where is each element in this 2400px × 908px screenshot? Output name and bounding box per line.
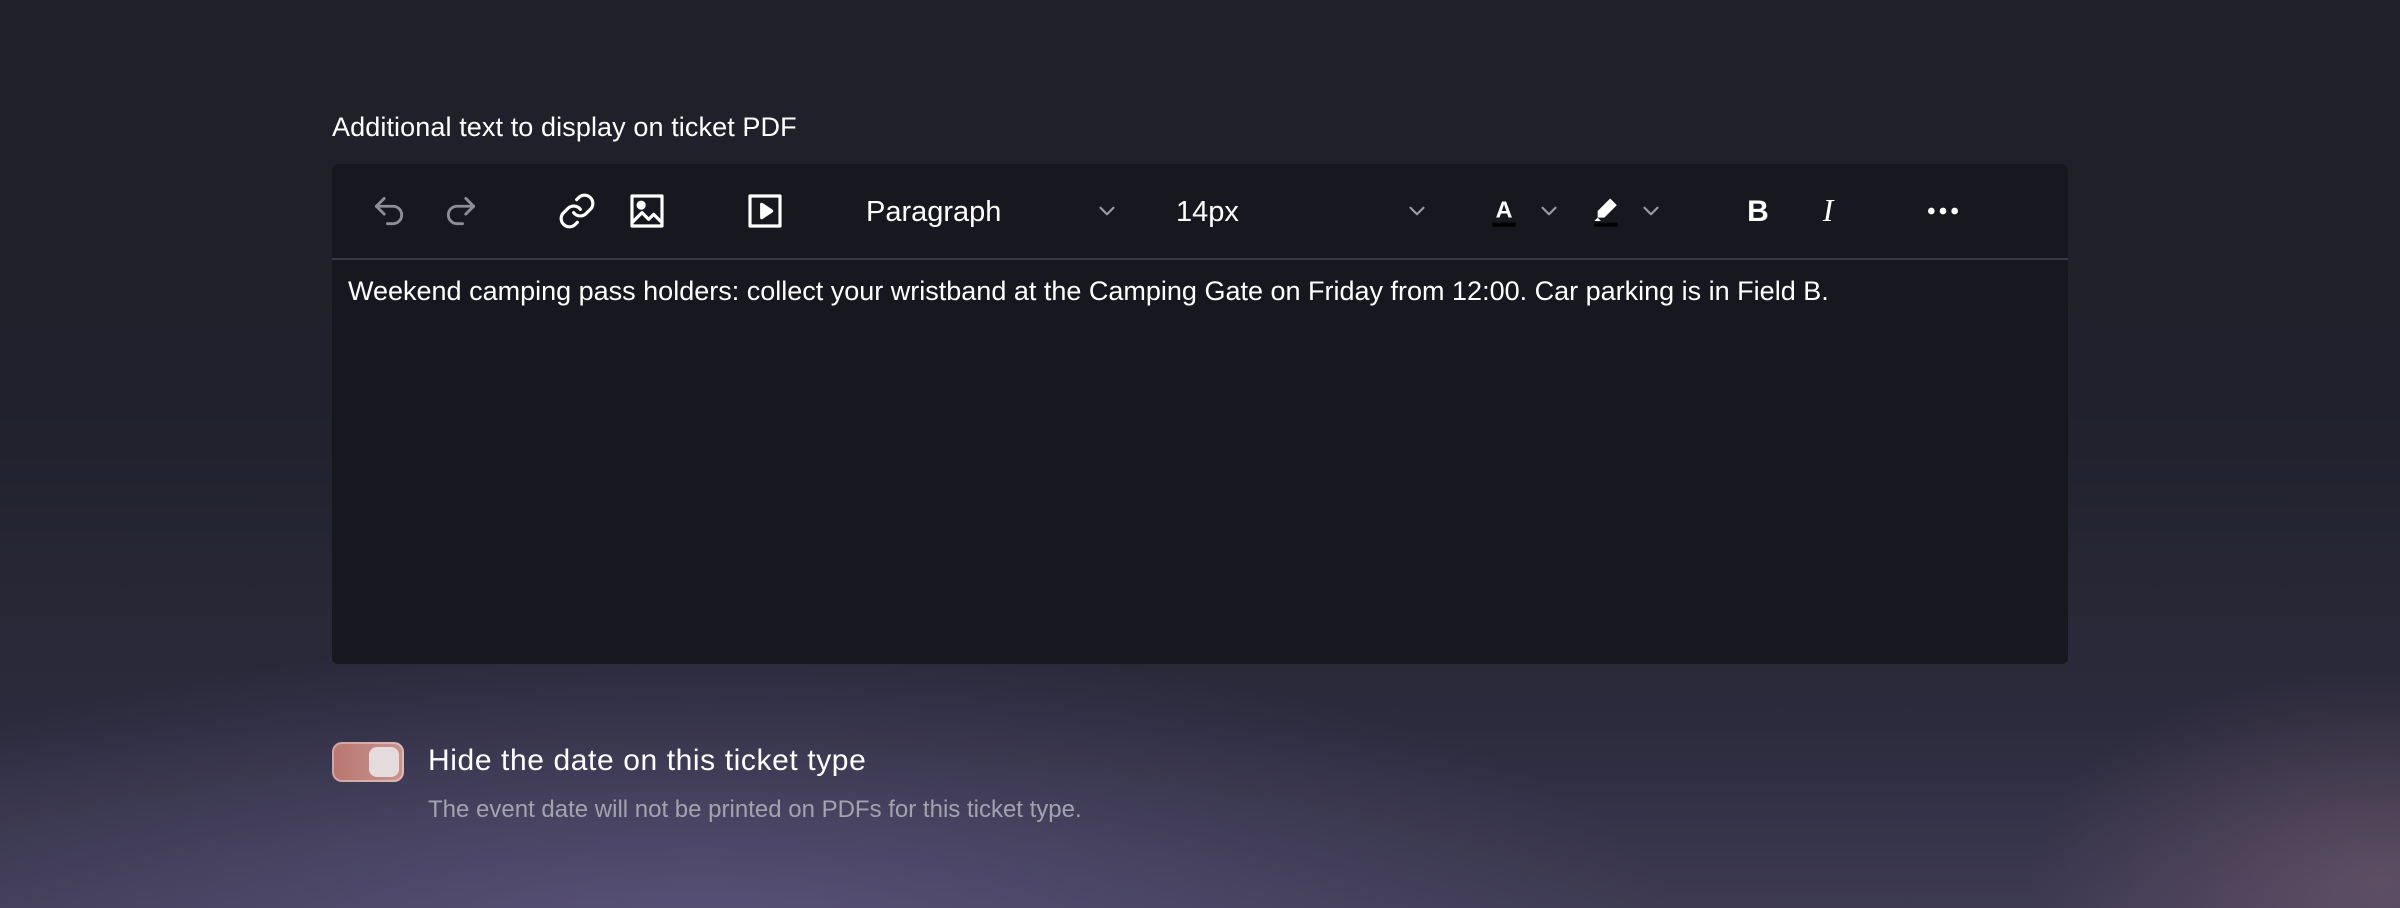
hide-date-help-text: The event date will not be printed on PD… (428, 796, 1082, 823)
insert-media-button[interactable] (742, 188, 788, 234)
hide-date-label: Hide the date on this ticket type (428, 744, 867, 777)
highlight-marker-icon (1586, 191, 1626, 231)
chevron-down-icon (1638, 198, 1664, 224)
insert-link-button[interactable] (554, 188, 600, 234)
editor-toolbar: Paragraph 14px A B I (332, 164, 2068, 260)
highlight-color-button[interactable] (1584, 188, 1628, 234)
undo-icon (370, 192, 408, 230)
insert-image-button[interactable] (624, 188, 670, 234)
bold-button[interactable]: B (1736, 188, 1780, 234)
svg-text:B: B (1747, 195, 1769, 228)
italic-icon: I (1808, 191, 1848, 231)
rich-text-editor: Paragraph 14px A B I Weekend camping pas… (332, 164, 2068, 664)
bold-icon: B (1738, 191, 1778, 231)
redo-icon (442, 192, 480, 230)
more-horizontal-icon (1923, 191, 1963, 231)
undo-button[interactable] (366, 190, 412, 232)
editor-content[interactable]: Weekend camping pass holders: collect yo… (348, 274, 2052, 309)
redo-button[interactable] (438, 190, 484, 232)
svg-text:I: I (1822, 193, 1835, 228)
more-options-button[interactable] (1920, 188, 1966, 234)
text-color-icon: A (1484, 191, 1524, 231)
chevron-down-icon (1092, 196, 1122, 226)
svg-text:A: A (1496, 197, 1513, 223)
font-size-value: 14px (1176, 196, 1239, 228)
media-play-icon (745, 191, 785, 231)
chevron-down-icon (1536, 198, 1562, 224)
text-color-dropdown[interactable] (1534, 196, 1564, 226)
italic-button[interactable]: I (1806, 188, 1850, 234)
image-icon (627, 191, 667, 231)
highlight-color-dropdown[interactable] (1636, 196, 1666, 226)
toggle-knob (369, 747, 399, 777)
font-size-select[interactable]: 14px (1162, 184, 1452, 238)
text-color-button[interactable]: A (1482, 188, 1526, 234)
hide-date-toggle[interactable] (332, 742, 404, 782)
link-icon (557, 191, 597, 231)
chevron-down-icon (1402, 196, 1432, 226)
block-format-value: Paragraph (866, 196, 1002, 228)
field-label: Additional text to display on ticket PDF (332, 112, 797, 142)
